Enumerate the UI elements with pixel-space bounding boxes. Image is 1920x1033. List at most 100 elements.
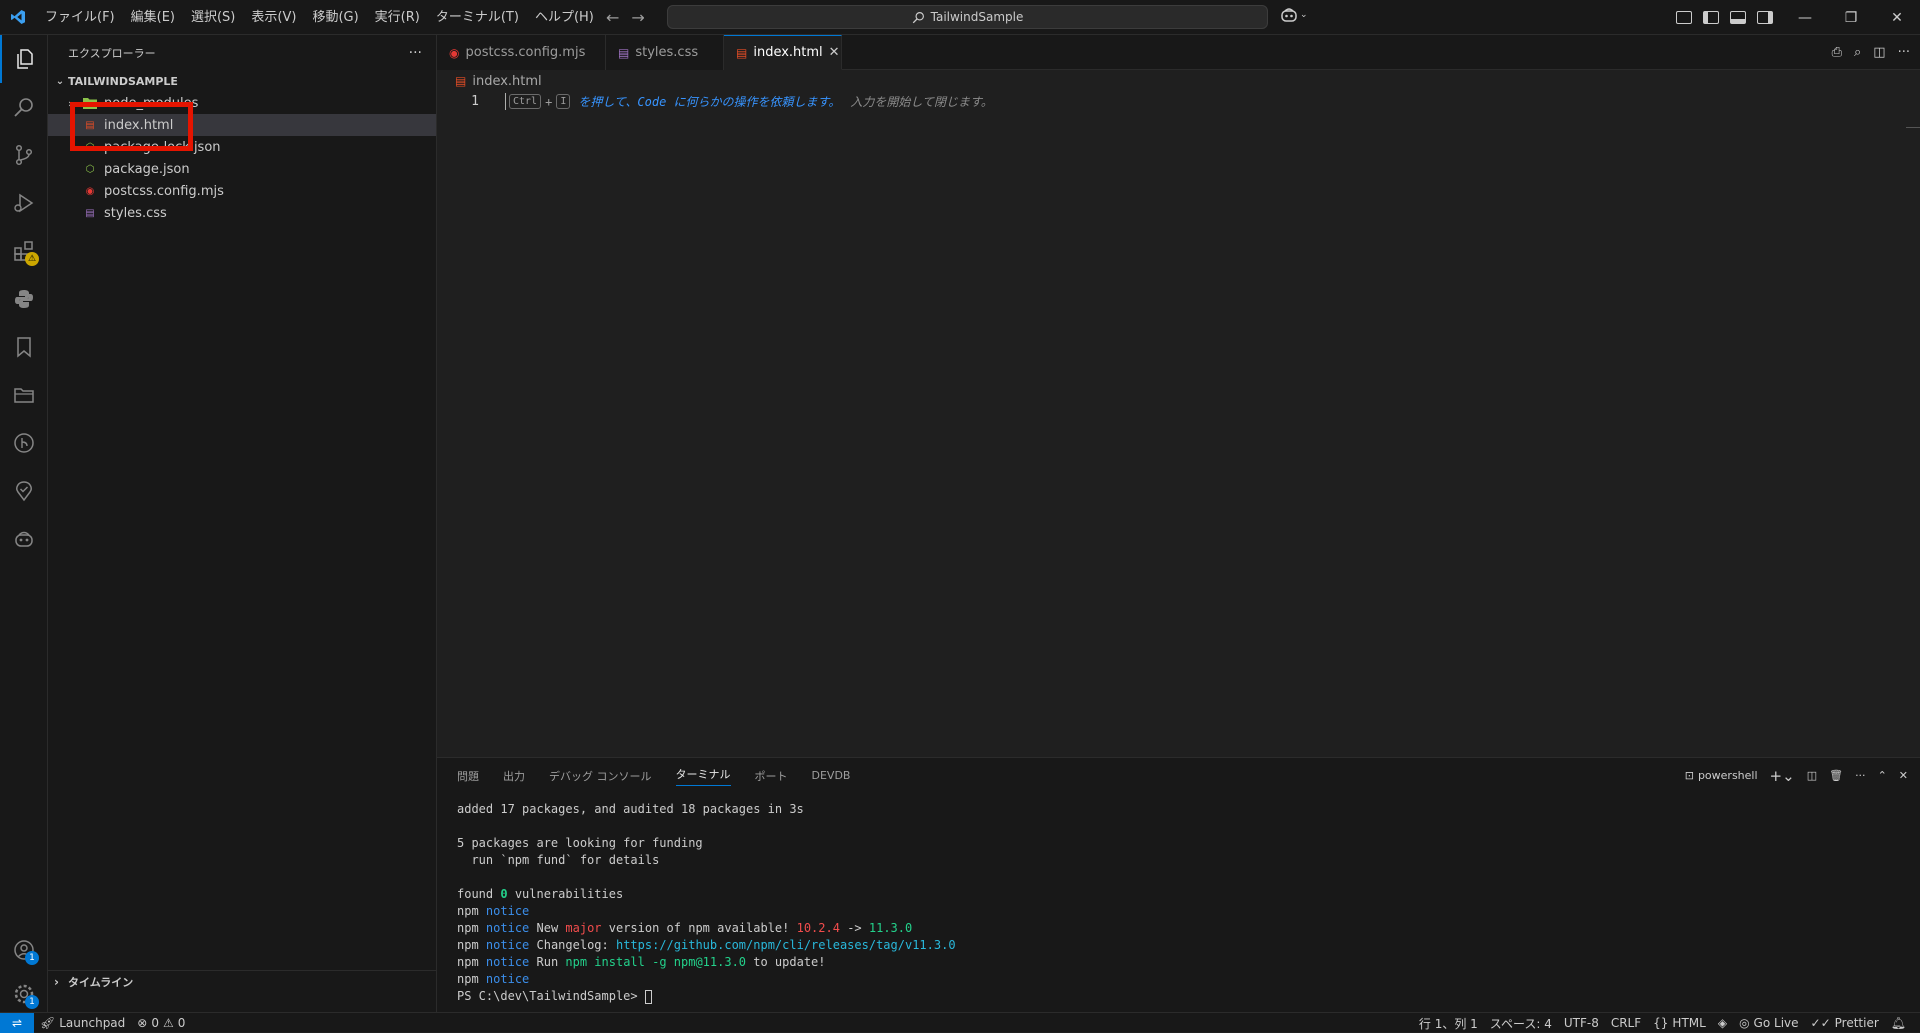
extensions-icon[interactable]: ⚠	[0, 227, 48, 275]
text-cursor	[505, 93, 506, 110]
search-icon[interactable]	[0, 83, 48, 131]
toggle-primary-sidebar-icon[interactable]	[1703, 11, 1719, 24]
copilot-chat-icon[interactable]	[0, 515, 48, 563]
project-root[interactable]: ⌄ TAILWINDSAMPLE	[48, 70, 436, 92]
run-debug-icon[interactable]	[0, 179, 48, 227]
encoding[interactable]: UTF-8	[1558, 1016, 1605, 1030]
maximize-panel-icon[interactable]: ⌃	[1878, 769, 1887, 782]
tab-problems[interactable]: 問題	[457, 768, 479, 784]
tree-item-postcss-config[interactable]: ◉ postcss.config.mjs	[48, 180, 436, 202]
toggle-secondary-sidebar-icon[interactable]	[1757, 11, 1773, 24]
code-line[interactable]: 1 Ctrl + I を押して、Code に何らかの操作を依頼します。 入力を開…	[437, 92, 1920, 111]
menu-selection[interactable]: 選択(S)	[183, 0, 243, 35]
go-live-label: Go Live	[1754, 1016, 1799, 1030]
forward-arrow-icon[interactable]: →	[631, 8, 644, 27]
accounts-badge: 1	[25, 951, 39, 965]
menu-file[interactable]: ファイル(F)	[37, 0, 123, 35]
terminal-link[interactable]: https://github.com/npm/cli/releases/tag/…	[616, 938, 956, 952]
tab-postcss-config[interactable]: ◉ postcss.config.mjs	[437, 35, 606, 70]
go-live[interactable]: ◎Go Live	[1733, 1016, 1804, 1030]
end-of-line[interactable]: CRLF	[1605, 1016, 1647, 1030]
terminal-text: Changelog:	[529, 938, 616, 952]
menu-view[interactable]: 表示(V)	[243, 0, 304, 35]
print-icon[interactable]: ⎙	[1832, 45, 1842, 60]
tab-output[interactable]: 出力	[503, 768, 525, 784]
editor-tabs: ◉ postcss.config.mjs ▤ styles.css ▤ inde…	[437, 35, 1920, 70]
kill-terminal-icon[interactable]: 🗑	[1829, 769, 1843, 782]
accounts-icon[interactable]: 1	[0, 926, 48, 974]
json-file-icon: ⬡	[82, 161, 98, 177]
tree-item-styles-css[interactable]: ▤ styles.css	[48, 202, 436, 224]
tab-styles-css[interactable]: ▤ styles.css	[606, 35, 724, 70]
tree-item-package-json[interactable]: ⬡ package.json	[48, 158, 436, 180]
menu-run[interactable]: 実行(R)	[367, 0, 428, 35]
file-name: package.json	[104, 162, 190, 177]
project-manager-icon[interactable]	[0, 371, 48, 419]
extensions-warning-badge: ⚠	[25, 252, 39, 266]
vscode-logo-icon	[0, 0, 35, 35]
source-control-icon[interactable]	[0, 131, 48, 179]
menu-go[interactable]: 移動(G)	[304, 0, 366, 35]
tab-devdb[interactable]: DEVDB	[812, 769, 851, 782]
more-actions-icon[interactable]: ···	[1898, 45, 1910, 60]
tab-ports[interactable]: ポート	[755, 768, 788, 784]
menu-help[interactable]: ヘルプ(H)	[527, 0, 602, 35]
menu-edit[interactable]: 編集(E)	[123, 0, 183, 35]
css-file-icon: ▤	[82, 205, 98, 221]
tab-label: styles.css	[635, 45, 698, 60]
tab-terminal[interactable]: ターミナル	[676, 766, 731, 786]
terminal-text: to update!	[746, 955, 825, 969]
breadcrumb-file: index.html	[472, 74, 541, 89]
copilot-menu[interactable]: ⌄	[1280, 7, 1308, 23]
more-actions-icon[interactable]: ···	[409, 45, 422, 61]
close-window-icon[interactable]: ✕	[1874, 0, 1920, 35]
testing-icon[interactable]	[0, 467, 48, 515]
warning-icon: ⚠	[163, 1016, 174, 1030]
breadcrumb[interactable]: ▤ index.html	[437, 70, 1920, 92]
explorer-icon[interactable]	[0, 35, 48, 83]
indentation[interactable]: スペース: 4	[1484, 1015, 1558, 1032]
restore-icon[interactable]: ❐	[1828, 0, 1874, 35]
terminal-output[interactable]: added 17 packages, and audited 18 packag…	[437, 793, 1920, 1005]
customize-layout-icon[interactable]	[1676, 11, 1692, 24]
split-editor-icon[interactable]: ◫	[1873, 45, 1885, 60]
editor-scrollbar[interactable]	[1906, 127, 1920, 128]
prettier[interactable]: ✓✓Prettier	[1805, 1016, 1885, 1030]
split-terminal-icon[interactable]: ◫	[1807, 769, 1817, 782]
terminal-text: npm	[457, 955, 479, 969]
terminal-text: notice	[486, 921, 529, 935]
tab-debug-console[interactable]: デバッグ コンソール	[549, 768, 652, 784]
menu-terminal[interactable]: ターミナル(T)	[428, 0, 527, 35]
timeline-section[interactable]: › タイムライン	[48, 970, 437, 992]
language-mode[interactable]: {}HTML	[1647, 1016, 1712, 1030]
double-check-icon: ✓✓	[1811, 1016, 1831, 1030]
new-terminal-icon[interactable]: +⌄	[1770, 767, 1795, 785]
command-center-search[interactable]: TailwindSample	[667, 5, 1268, 29]
key-i: I	[556, 94, 570, 109]
close-panel-icon[interactable]: ✕	[1899, 769, 1908, 782]
tab-index-html[interactable]: ▤ index.html ✕	[724, 35, 842, 70]
hint-text-action[interactable]: を押して、Code に何らかの操作を依頼します。	[578, 93, 840, 110]
minimize-icon[interactable]: —	[1782, 0, 1828, 35]
terminal-text: found	[457, 887, 500, 901]
error-count: 0	[151, 1016, 159, 1030]
bookmarks-icon[interactable]	[0, 323, 48, 371]
manage-gear-icon[interactable]: 1	[0, 970, 48, 1018]
terminal-text: Run	[529, 955, 565, 969]
problems-item[interactable]: ⊗ 0 ⚠ 0	[131, 1016, 191, 1030]
close-tab-icon[interactable]: ✕	[829, 45, 840, 60]
cursor-position[interactable]: 行 1、列 1	[1413, 1015, 1484, 1032]
notifications-bell-icon[interactable]: 🔔︎	[1885, 1016, 1912, 1030]
remote-indicator-icon[interactable]: ⇌	[0, 1013, 34, 1033]
css-file-icon: ▤	[618, 46, 629, 60]
terminal-profile[interactable]: ⊡ powershell	[1685, 769, 1758, 782]
copilot-status-icon[interactable]: ◈	[1712, 1016, 1733, 1030]
back-arrow-icon[interactable]: ←	[606, 8, 619, 27]
git-graph-icon[interactable]	[0, 419, 48, 467]
launchpad-item[interactable]: 🚀︎ Launchpad	[34, 1016, 131, 1030]
terminal-icon: ⊡	[1685, 769, 1694, 782]
toggle-panel-icon[interactable]	[1730, 11, 1746, 24]
python-icon[interactable]	[0, 275, 48, 323]
more-actions-icon[interactable]: ···	[1855, 769, 1866, 782]
open-preview-icon[interactable]: ⌕	[1854, 45, 1861, 60]
